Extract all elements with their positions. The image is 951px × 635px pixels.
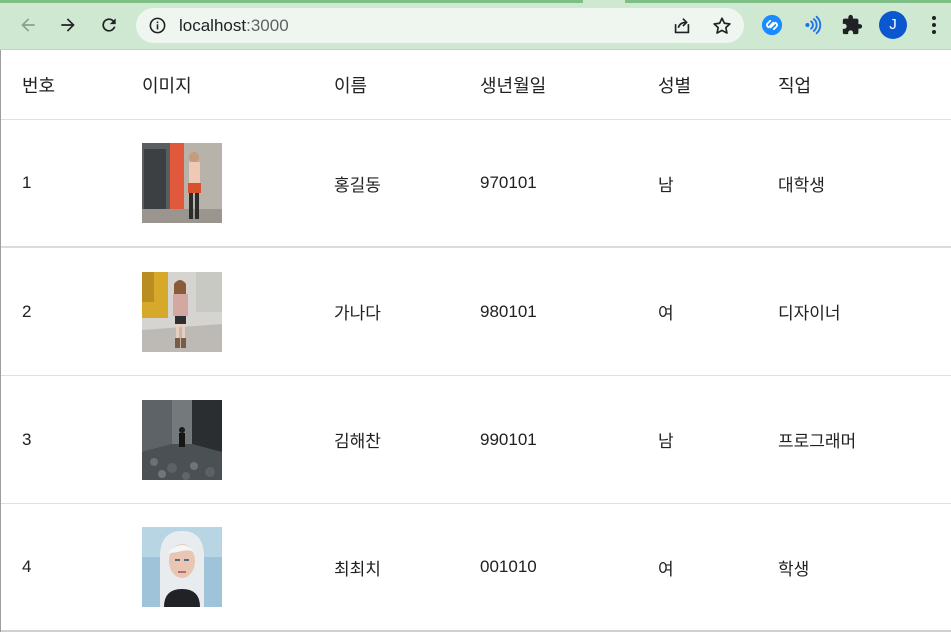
row-gender: 남 — [658, 175, 674, 196]
row-job: 디자이너 — [778, 304, 841, 324]
row-image-cell — [142, 120, 222, 246]
header-id: 번호 — [22, 75, 56, 97]
url-port: :3000 — [246, 16, 289, 35]
row-id: 1 — [22, 173, 32, 192]
row-name: 가나다 — [334, 304, 381, 324]
url-text: localhost:3000 — [179, 8, 289, 43]
row-image-cell — [142, 376, 222, 503]
row-job: 프로그래머 — [778, 432, 857, 452]
customer-table: 번호 이미지 이름 생년월일 성별 직업 1 홍길동 970101 남 대학생 … — [0, 50, 951, 632]
shazam-extension[interactable] — [759, 12, 785, 38]
row-job: 대학생 — [778, 175, 825, 196]
forward-button[interactable] — [53, 10, 83, 40]
extensions-button[interactable] — [839, 12, 865, 38]
tab-strip — [0, 0, 951, 3]
table-row: 4 최최치 001010 여 학생 — [1, 504, 951, 632]
row-gender: 남 — [658, 432, 674, 452]
row-birthday: 970101 — [480, 173, 537, 192]
header-job: 직업 — [778, 75, 812, 97]
row-name: 홍길동 — [334, 175, 381, 196]
row-birthday: 980101 — [480, 301, 537, 321]
share-icon[interactable] — [671, 15, 693, 37]
more-vert-icon[interactable] — [922, 13, 946, 37]
table-row: 3 김해찬 990101 남 프로그래머 — [1, 376, 951, 504]
row-gender: 여 — [658, 304, 674, 324]
browser-toolbar: localhost:3000 J — [0, 0, 951, 50]
table-row: 1 홍길동 970101 남 대학생 — [1, 120, 951, 248]
header-name: 이름 — [334, 75, 368, 97]
read-aloud-icon — [805, 15, 822, 35]
star-icon[interactable] — [711, 15, 733, 37]
row-id: 2 — [22, 301, 32, 321]
header-gender: 성별 — [658, 75, 692, 97]
row-birthday: 990101 — [480, 429, 537, 449]
row-name: 최최치 — [334, 559, 381, 580]
read-aloud-extension[interactable] — [799, 12, 825, 38]
row-image-cell — [142, 248, 222, 375]
arrow-left-icon — [21, 18, 35, 32]
row-gender: 여 — [658, 559, 674, 580]
profile-photo — [142, 271, 222, 352]
header-birthday: 생년월일 — [480, 75, 547, 97]
table-header-row: 번호 이미지 이름 생년월일 성별 직업 — [1, 50, 951, 120]
url-host: localhost — [179, 16, 247, 35]
header-image: 이미지 — [142, 75, 192, 97]
profile-avatar[interactable]: J — [879, 11, 907, 39]
row-id: 3 — [22, 429, 32, 449]
profile-photo — [142, 143, 222, 223]
row-job: 학생 — [778, 559, 810, 580]
row-birthday: 001010 — [480, 557, 537, 576]
reload-icon — [102, 18, 116, 32]
info-icon[interactable] — [148, 16, 167, 35]
shazam-icon — [761, 14, 783, 36]
profile-photo — [142, 399, 222, 480]
profile-photo — [142, 527, 222, 607]
arrow-right-icon — [61, 18, 75, 32]
row-image-cell — [142, 504, 222, 630]
puzzle-icon — [842, 14, 863, 35]
table-row: 2 가나다 980101 여 디자이너 — [1, 248, 951, 376]
row-id: 4 — [22, 557, 32, 576]
row-name: 김해찬 — [334, 432, 381, 452]
address-bar[interactable]: localhost:3000 — [136, 8, 744, 43]
back-button[interactable] — [13, 10, 43, 40]
reload-button[interactable] — [94, 10, 124, 40]
